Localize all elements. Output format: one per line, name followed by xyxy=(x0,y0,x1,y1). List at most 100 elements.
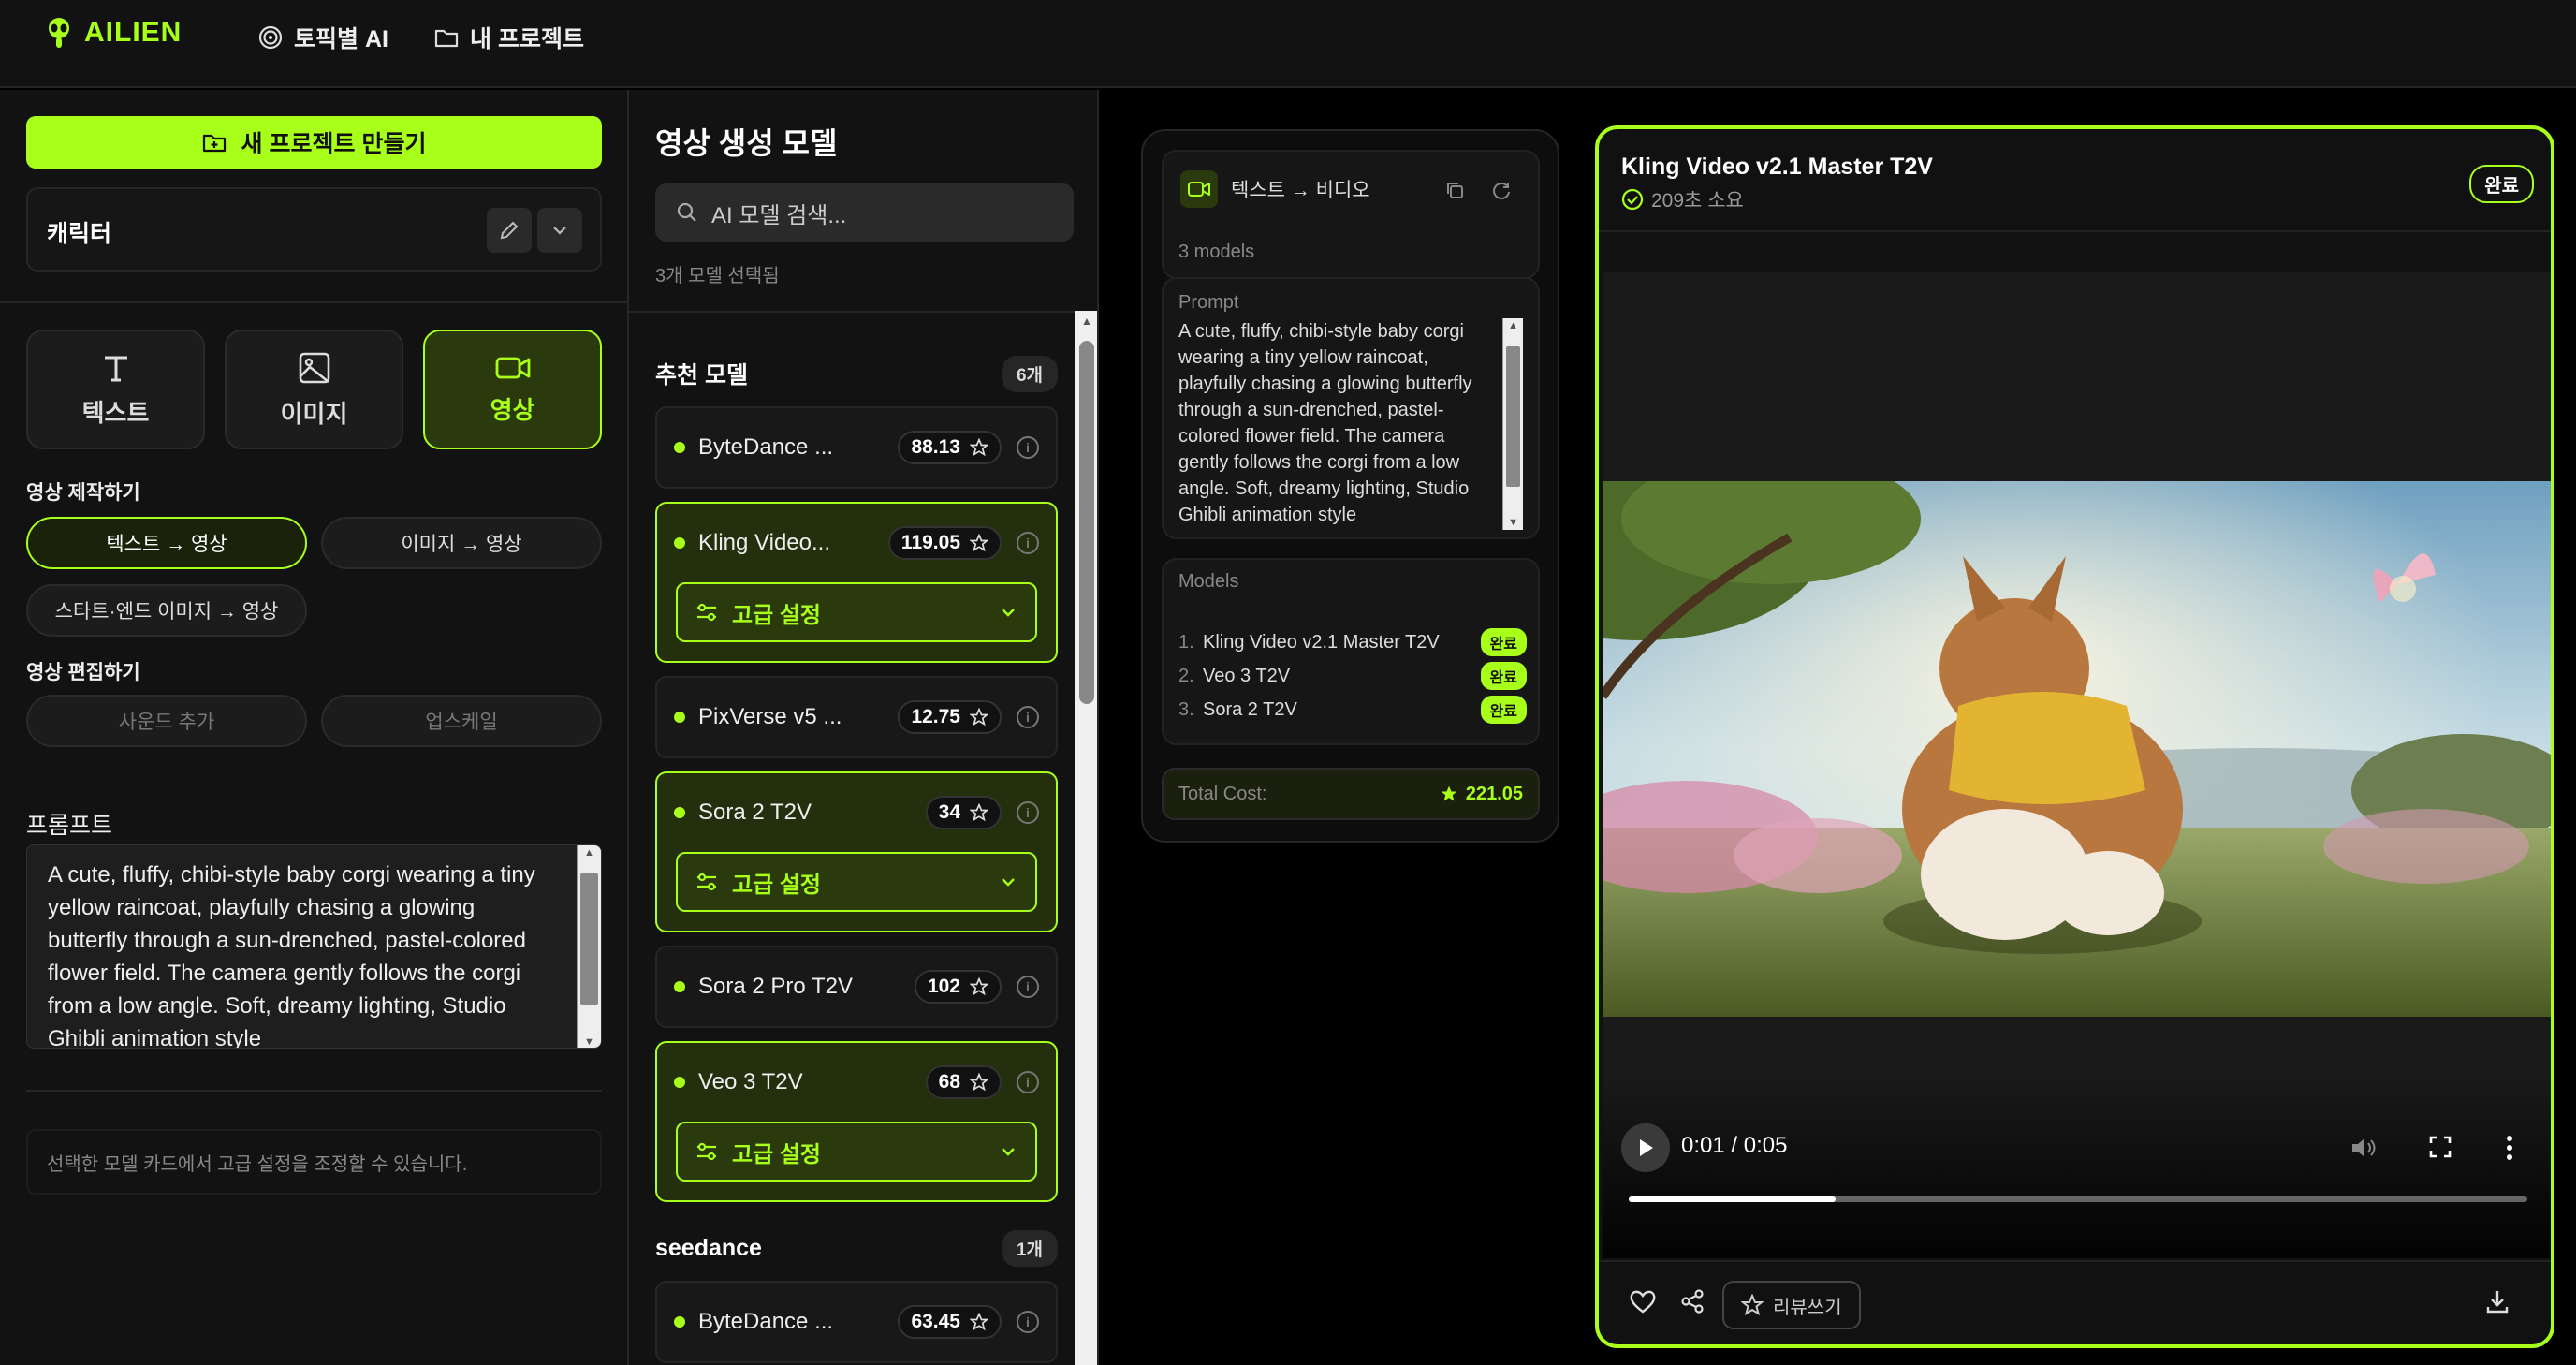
advanced-settings-toggle[interactable]: 고급 설정 xyxy=(676,582,1037,642)
model-row[interactable]: Veo 3 T2V 68 i xyxy=(657,1043,1056,1122)
scroll-thumb[interactable] xyxy=(1079,341,1094,704)
sliders-icon xyxy=(697,603,716,622)
nav-topic-ai[interactable]: 토픽별 AI xyxy=(258,21,388,54)
model-row[interactable]: Sora 2 T2V 34 i xyxy=(657,773,1056,852)
model-list-scrollbar[interactable]: ▲ xyxy=(1075,311,1097,1365)
models-panel-title: 영상 생성 모델 xyxy=(655,126,838,160)
option-start-end-image-to-video[interactable]: 스타트·엔드 이미지 → 영상 xyxy=(26,584,307,637)
check-circle-icon xyxy=(1621,188,1644,211)
fullscreen-icon[interactable] xyxy=(2428,1135,2452,1159)
mode-text-card[interactable]: 텍스트 xyxy=(26,330,205,449)
info-icon[interactable]: i xyxy=(1017,436,1039,459)
option-text-to-video[interactable]: 텍스트 → 영상 xyxy=(26,517,307,569)
model-row[interactable]: ByteDance ... 88.13 i xyxy=(657,408,1056,487)
info-icon[interactable]: i xyxy=(1017,976,1039,998)
model-row[interactable]: Kling Video... 119.05 i xyxy=(657,504,1056,582)
more-options-icon[interactable] xyxy=(2505,1135,2514,1161)
scroll-up-arrow[interactable]: ▲ xyxy=(1503,318,1523,333)
model-row[interactable]: ByteDance ... 63.45 i xyxy=(657,1283,1056,1361)
models-box-label: Models xyxy=(1178,571,1239,592)
prompt-scrollbar[interactable]: ▲ ▼ xyxy=(577,845,601,1048)
mode-text-label: 텍스트 xyxy=(81,398,150,427)
model-card[interactable]: Sora 2 Pro T2V 102 i xyxy=(655,946,1058,1028)
status-badge: 완료 xyxy=(2469,165,2534,203)
advanced-settings-toggle[interactable]: 고급 설정 xyxy=(676,1122,1037,1182)
share-icon[interactable] xyxy=(1679,1288,1705,1314)
model-name: ByteDance ... xyxy=(698,434,834,460)
video-camera-icon xyxy=(495,357,530,378)
progress-bar[interactable] xyxy=(1629,1196,2527,1202)
new-project-button[interactable]: 새 프로젝트 만들기 xyxy=(26,116,602,169)
model-card[interactable]: Kling Video... 119.05 i 고급 설정 xyxy=(655,502,1058,663)
model-card[interactable]: Sora 2 T2V 34 i 고급 설정 xyxy=(655,771,1058,932)
star-icon xyxy=(970,1073,988,1092)
total-cost-label: Total Cost: xyxy=(1178,783,1267,804)
model-card[interactable]: ByteDance ... 63.45 i xyxy=(655,1281,1058,1363)
info-icon[interactable]: i xyxy=(1017,801,1039,824)
prompt-textarea[interactable]: A cute, fluffy, chibi-style baby corgi w… xyxy=(26,844,602,1049)
mode-image-card[interactable]: 이미지 xyxy=(225,330,403,449)
left-panel: 새 프로젝트 만들기 캐릭터 텍스트 이미지 영상 영상 제작하기 텍스트 → … xyxy=(0,90,629,1365)
new-project-label: 새 프로젝트 만들기 xyxy=(241,131,427,157)
sliders-icon xyxy=(697,1142,716,1161)
edit-project-button[interactable] xyxy=(487,208,532,253)
scroll-thumb[interactable] xyxy=(580,873,598,1005)
info-icon[interactable]: i xyxy=(1017,706,1039,728)
summary-model-name: Sora 2 T2V xyxy=(1203,698,1297,720)
info-icon[interactable]: i xyxy=(1017,1311,1039,1333)
option-upscale[interactable]: 업스케일 xyxy=(321,695,602,747)
result-title: Kling Video v2.1 Master T2V xyxy=(1621,154,1933,180)
task-header: 텍스트 → 비디오 xyxy=(1180,170,1370,208)
volume-icon[interactable] xyxy=(2349,1135,2378,1161)
model-name: ByteDance ... xyxy=(698,1309,834,1334)
model-card[interactable]: ByteDance ... 88.13 i xyxy=(655,406,1058,489)
play-button[interactable] xyxy=(1621,1123,1670,1172)
refresh-icon[interactable] xyxy=(1491,180,1512,200)
option-image-to-video[interactable]: 이미지 → 영상 xyxy=(321,517,602,569)
progress-fill xyxy=(1629,1196,1836,1202)
video-player[interactable]: 0:01 / 0:05 xyxy=(1603,272,2551,1258)
heart-icon[interactable] xyxy=(1629,1288,1657,1314)
nav-my-projects[interactable]: 내 프로젝트 xyxy=(434,21,584,54)
download-icon[interactable] xyxy=(2484,1288,2510,1314)
mode-video-card[interactable]: 영상 xyxy=(423,330,602,449)
model-row[interactable]: Sora 2 Pro T2V 102 i xyxy=(657,947,1056,1026)
advanced-settings-label: 고급 설정 xyxy=(732,1141,821,1167)
scroll-down-arrow[interactable]: ▼ xyxy=(1503,515,1523,530)
copy-icon[interactable] xyxy=(1444,180,1465,200)
advanced-settings-hint: 선택한 모델 카드에서 고급 설정을 조정할 수 있습니다. xyxy=(26,1129,602,1195)
star-icon xyxy=(970,803,988,822)
scroll-down-arrow[interactable]: ▼ xyxy=(578,1035,601,1048)
model-card[interactable]: Veo 3 T2V 68 i 고급 설정 xyxy=(655,1041,1058,1202)
logo[interactable]: AILIEN xyxy=(45,17,182,49)
star-outline-icon xyxy=(1741,1294,1764,1316)
info-icon[interactable]: i xyxy=(1017,532,1039,554)
star-icon xyxy=(970,708,988,727)
pencil-icon xyxy=(500,221,519,240)
summary-model-name: Veo 3 T2V xyxy=(1203,665,1291,686)
scroll-up-arrow[interactable]: ▲ xyxy=(578,845,601,860)
mode-video-label: 영상 xyxy=(490,395,535,424)
prompt-box-scrollbar[interactable]: ▲ ▼ xyxy=(1502,318,1523,530)
scroll-up-arrow[interactable]: ▲ xyxy=(1075,315,1097,328)
prompt-text: A cute, fluffy, chibi-style baby corgi w… xyxy=(48,862,535,1049)
model-group-name: seedance xyxy=(655,1234,762,1261)
advanced-settings-toggle[interactable]: 고급 설정 xyxy=(676,852,1037,912)
write-review-button[interactable]: 리뷰쓰기 xyxy=(1722,1281,1861,1329)
model-row[interactable]: PixVerse v5 ... 12.75 i xyxy=(657,678,1056,756)
model-name: Sora 2 Pro T2V xyxy=(698,974,853,999)
divider xyxy=(26,1090,602,1092)
scroll-thumb[interactable] xyxy=(1506,346,1520,487)
model-search-input[interactable]: AI 모델 검색... xyxy=(655,183,1074,242)
model-name: Kling Video... xyxy=(698,530,830,555)
search-icon xyxy=(677,202,696,222)
logo-text: AILIEN xyxy=(84,17,183,48)
project-dropdown-button[interactable] xyxy=(537,208,582,253)
model-card[interactable]: PixVerse v5 ... 12.75 i xyxy=(655,676,1058,758)
video-frame[interactable] xyxy=(1603,481,2551,1017)
info-icon[interactable]: i xyxy=(1017,1071,1039,1093)
option-add-sound[interactable]: 사운드 추가 xyxy=(26,695,307,747)
create-section-label: 영상 제작하기 xyxy=(26,482,140,504)
model-name: PixVerse v5 ... xyxy=(698,704,842,729)
folder-icon xyxy=(434,29,459,48)
